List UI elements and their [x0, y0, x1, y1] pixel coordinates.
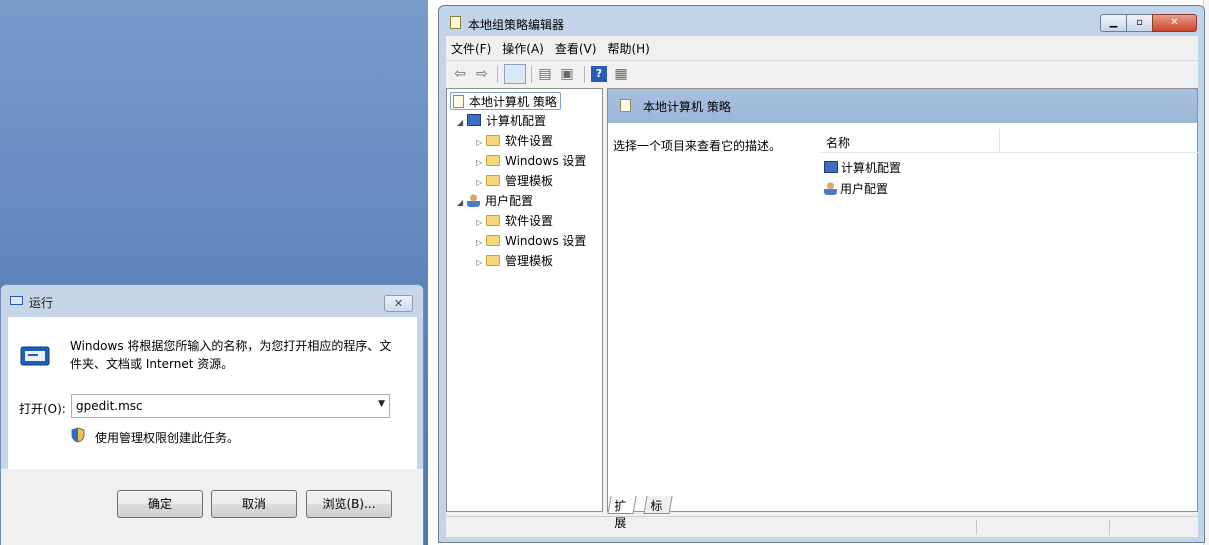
back-icon[interactable]: ⇦	[452, 66, 468, 82]
show-hide-action-pane-icon[interactable]: ▦	[613, 66, 629, 82]
run-titlebar[interactable]: 运行 ✕	[1, 285, 423, 317]
collapse-arrow-icon[interactable]: ▷	[476, 214, 486, 232]
folder-icon	[486, 135, 500, 146]
run-program-icon	[20, 346, 50, 366]
status-divider	[1109, 520, 1110, 535]
run-description: Windows 将根据您所输入的名称，为您打开相应的程序、文件夹、文档或 Int…	[70, 339, 392, 371]
status-bar	[446, 516, 1198, 536]
help-icon[interactable]: ?	[591, 66, 607, 82]
list-item-label: 计算机配置	[841, 161, 902, 175]
tree-label: 本地计算机 策略	[469, 95, 557, 109]
policy-icon	[450, 16, 461, 29]
tree-label: 软件设置	[505, 134, 554, 148]
tree-item-user-software[interactable]: ▷ 软件设置	[476, 212, 553, 230]
tree-item-computer-templates[interactable]: ▷ 管理模板	[476, 172, 553, 190]
folder-icon	[486, 175, 500, 186]
column-divider[interactable]	[999, 129, 1000, 153]
tree-item-computer-software[interactable]: ▷ 软件设置	[476, 132, 553, 150]
menu-view[interactable]: 查看(V)	[550, 36, 603, 58]
tree-item-user-windows[interactable]: ▷ Windows 设置	[476, 232, 586, 250]
tree-label: 管理模板	[505, 254, 554, 268]
command-combobox[interactable]: gpedit.msc ▼	[71, 394, 390, 418]
folder-icon	[486, 155, 500, 166]
column-header-name[interactable]: 名称	[826, 134, 850, 151]
uac-shield-icon	[71, 427, 85, 443]
minimize-icon[interactable]: ▁	[1100, 14, 1127, 32]
properties-icon[interactable]: ▤	[537, 66, 553, 82]
expand-arrow-icon[interactable]: ◢	[457, 194, 467, 212]
detail-description: 选择一个项目来查看它的描述。	[613, 139, 782, 153]
policy-icon	[453, 95, 464, 108]
tree-label: Windows 设置	[505, 154, 587, 168]
run-dialog: 运行 ✕ Windows 将根据您所输入的名称，为您打开相应的程序、文件夹、文档…	[0, 284, 424, 545]
tree-item-computer-config[interactable]: ◢ 计算机配置	[457, 112, 546, 130]
policy-icon	[620, 99, 631, 112]
list-item-computer-config[interactable]: 计算机配置	[824, 159, 901, 176]
toolbar-separator	[531, 66, 532, 83]
tree-label: 用户配置	[485, 194, 534, 208]
gpedit-window: 本地组策略编辑器 ▁ ▫ ✕ 文件(F) 操作(A) 查看(V) 帮助(H) ⇦…	[438, 5, 1205, 543]
tree-item-user-config[interactable]: ◢ 用户配置	[457, 192, 533, 210]
folder-icon	[486, 255, 500, 266]
tree-label: 管理模板	[505, 174, 554, 188]
export-icon[interactable]: ▣	[559, 66, 575, 82]
gpedit-title: 本地组策略编辑器	[468, 18, 565, 32]
command-input[interactable]: gpedit.msc	[76, 399, 143, 413]
status-divider	[976, 520, 977, 535]
tree-label: 计算机配置	[486, 114, 547, 128]
run-icon	[10, 296, 23, 305]
tree-item-computer-windows[interactable]: ▷ Windows 设置	[476, 152, 586, 170]
forward-icon[interactable]: ⇨	[474, 66, 490, 82]
close-icon[interactable]: ✕	[1152, 14, 1197, 32]
collapse-arrow-icon[interactable]: ▷	[476, 174, 486, 192]
collapse-arrow-icon[interactable]: ▷	[476, 134, 486, 152]
list-header: 名称	[821, 129, 1199, 153]
gpedit-client: 文件(F) 操作(A) 查看(V) 帮助(H) ⇦ ⇨ ▤ ▣ ? ▦ 本地计算…	[446, 36, 1199, 537]
close-icon[interactable]: ✕	[384, 295, 413, 312]
folder-icon	[486, 215, 500, 226]
toolbar-separator	[584, 66, 585, 83]
ok-button[interactable]: 确定	[117, 490, 203, 518]
show-hide-tree-icon[interactable]	[504, 64, 526, 84]
collapse-arrow-icon[interactable]: ▷	[476, 154, 486, 172]
menu-help[interactable]: 帮助(H)	[602, 36, 655, 58]
maximize-icon[interactable]: ▫	[1126, 14, 1153, 32]
detail-title: 本地计算机 策略	[643, 100, 731, 114]
toolbar: ⇦ ⇨ ▤ ▣ ? ▦	[446, 60, 1198, 85]
expand-arrow-icon[interactable]: ◢	[457, 114, 467, 132]
menu-action[interactable]: 操作(A)	[497, 36, 550, 58]
menu-bar: 文件(F) 操作(A) 查看(V) 帮助(H)	[446, 36, 1198, 58]
collapse-arrow-icon[interactable]: ▷	[476, 254, 486, 272]
gpedit-titlebar[interactable]: 本地组策略编辑器 ▁ ▫ ✕	[439, 6, 1204, 36]
computer-icon	[824, 161, 838, 173]
admin-note: 使用管理权限创建此任务。	[95, 431, 240, 445]
computer-icon	[467, 114, 481, 126]
tab-standard[interactable]: 标准	[643, 496, 673, 530]
detail-header: 本地计算机 策略	[608, 89, 1197, 123]
tree-item-root[interactable]: 本地计算机 策略	[450, 92, 561, 110]
tree-label: 软件设置	[505, 214, 554, 228]
user-icon	[824, 182, 837, 195]
detail-pane: 本地计算机 策略 选择一个项目来查看它的描述。 名称 计算机配置 用户配置	[607, 88, 1199, 512]
toolbar-separator	[497, 66, 498, 83]
tree-pane: 本地计算机 策略 ◢ 计算机配置 ▷ 软件设置 ▷ Windows 设置 ▷ 管理模板 …	[446, 88, 603, 512]
tab-extended[interactable]: 扩展	[607, 496, 637, 530]
run-body: Windows 将根据您所输入的名称，为您打开相应的程序、文件夹、文档或 Int…	[8, 317, 417, 469]
cancel-button[interactable]: 取消	[211, 490, 297, 518]
folder-icon	[486, 235, 500, 246]
menu-file[interactable]: 文件(F)	[446, 36, 497, 58]
user-icon	[467, 194, 480, 207]
open-label: 打开(O):	[19, 402, 66, 416]
collapse-arrow-icon[interactable]: ▷	[476, 234, 486, 252]
run-title: 运行	[29, 296, 54, 310]
list-item-label: 用户配置	[840, 182, 889, 196]
tab-label: 扩展	[614, 499, 627, 530]
list-item-user-config[interactable]: 用户配置	[824, 180, 888, 197]
browse-button[interactable]: 浏览(B)...	[306, 490, 392, 518]
tree-item-user-templates[interactable]: ▷ 管理模板	[476, 252, 553, 270]
tree-label: Windows 设置	[505, 234, 587, 248]
chevron-down-icon[interactable]: ▼	[378, 399, 385, 409]
